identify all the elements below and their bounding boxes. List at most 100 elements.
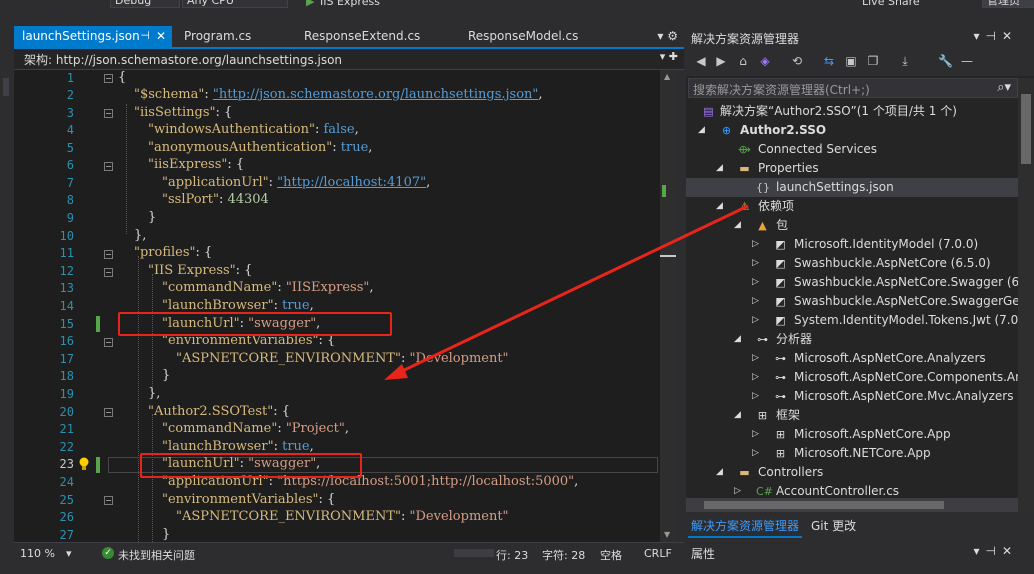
tree-item-launchsettings[interactable]: {} launchSettings.json <box>686 178 1018 197</box>
tree-item-framework[interactable]: ▷ ⊞ Microsoft.AspNetCore.App <box>686 425 1018 444</box>
wrench-icon[interactable]: 🔧 <box>938 54 953 68</box>
tree-item-package[interactable]: ▷ ◩ System.IdentityModel.Tokens.Jwt (7.0… <box>686 311 1018 330</box>
collapsed-arrow-icon[interactable]: ▷ <box>752 444 759 463</box>
filter-icon[interactable]: ⤓ <box>898 54 912 68</box>
tree-item-connected-services[interactable]: ⟴ Connected Services <box>686 140 1018 159</box>
show-all-files-icon[interactable]: ❐ <box>866 54 880 68</box>
collapsed-arrow-icon[interactable]: ▷ <box>752 311 759 330</box>
collapsed-arrow-icon[interactable]: ▷ <box>752 273 759 292</box>
collapse-icon[interactable]: ▣ <box>844 54 858 68</box>
code-editor[interactable]: − − − − − − − − 1 2 3 4 5 6 7 8 9 10 11 12 13 14 15 16 1… <box>14 70 660 542</box>
search-input[interactable]: 搜索解决方案资源管理器(Ctrl+;) ⌕▾ <box>688 78 1018 98</box>
tree-item-analyzer[interactable]: ▷ ⊶ Microsoft.AspNetCore.Components.Anal… <box>686 368 1018 387</box>
tab-overflow-icon[interactable]: ▾ ⚙ <box>657 26 678 46</box>
chevron-down-icon[interactable]: ▾ <box>66 547 72 560</box>
editor-horizontal-scrollbar[interactable] <box>454 549 494 557</box>
home-icon[interactable]: ⌂ <box>736 54 750 68</box>
analyzer-icon: ⊶ <box>757 333 768 346</box>
fold-toggle[interactable]: − <box>104 74 113 83</box>
live-share-button[interactable]: Live Share <box>862 0 920 8</box>
pin-icon[interactable]: ⊣ <box>140 26 150 46</box>
collapsed-arrow-icon[interactable]: ▷ <box>734 482 741 498</box>
tree-item-solution[interactable]: ▤ 解决方案“Author2.SSO”(1 个项目/共 1 个) <box>686 102 1018 121</box>
scroll-up-icon[interactable]: ▲ <box>664 72 670 81</box>
configuration-dropdown[interactable]: Debug <box>110 0 180 8</box>
collapsed-arrow-icon[interactable]: ▷ <box>752 254 759 273</box>
fold-toggle[interactable]: − <box>104 338 113 347</box>
tab-responseextend[interactable]: ResponseExtend.cs <box>296 26 446 47</box>
search-icon[interactable]: ⌕▾ <box>997 80 1011 95</box>
expand-arrow-icon[interactable]: ◢ <box>698 121 705 140</box>
chevron-down-icon[interactable]: ▾ ✚ <box>660 50 678 63</box>
lightbulb-icon[interactable] <box>78 457 90 471</box>
tab-label: ResponseModel.cs <box>468 29 579 43</box>
tree-item-analyzer[interactable]: ▷ ⊶ Microsoft.AspNetCore.Analyzers <box>686 349 1018 368</box>
code-line-2: "$schema": "http://json.schemastore.org/… <box>134 87 543 102</box>
expand-arrow-icon[interactable]: ◢ <box>734 216 741 235</box>
expand-arrow-icon[interactable]: ◢ <box>716 159 723 178</box>
schema-bar[interactable]: 架构: http://json.schemastore.org/launchse… <box>14 49 684 70</box>
panel-window-buttons[interactable]: ▾⊣✕ <box>973 29 1018 43</box>
tab-program[interactable]: Program.cs <box>176 26 286 47</box>
run-icon[interactable]: ▶ <box>306 0 314 8</box>
tab-git-changes[interactable]: Git 更改 <box>808 515 859 536</box>
tab-responsemodel[interactable]: ResponseModel.cs <box>460 26 610 47</box>
scroll-thumb[interactable] <box>704 501 944 509</box>
zoom-level[interactable]: 110 % <box>20 547 55 560</box>
fold-toggle[interactable]: − <box>104 250 113 259</box>
issues-status[interactable]: 未找到相关问题 <box>118 547 195 563</box>
fold-toggle[interactable]: − <box>104 268 113 277</box>
collapsed-arrow-icon[interactable]: ▷ <box>752 368 759 387</box>
scroll-thumb[interactable] <box>1021 94 1031 164</box>
panel-title: 解决方案资源管理器 <box>691 32 800 46</box>
history-icon[interactable]: ⟲ <box>790 54 804 68</box>
tab-solution-explorer[interactable]: 解决方案资源管理器 <box>688 515 803 538</box>
tree-item-package[interactable]: ▷ ◩ Swashbuckle.AspNetCore.Swagger (6.5.… <box>686 273 1018 292</box>
toolbox-tab[interactable] <box>3 78 9 96</box>
solution-explorer-header: 解决方案资源管理器 ▾⊣✕ <box>686 26 1034 48</box>
tree-item-file[interactable]: ▷ C# AccountController.cs <box>686 482 1018 498</box>
eol-indicator[interactable]: CRLF <box>644 547 672 560</box>
run-target-button[interactable]: IIS Express <box>320 0 380 8</box>
expand-arrow-icon[interactable]: ◢ <box>734 330 741 349</box>
pin-icon[interactable]: — <box>960 54 974 68</box>
collapsed-arrow-icon[interactable]: ▷ <box>752 349 759 368</box>
scroll-down-icon[interactable]: ▼ <box>664 530 670 539</box>
tree-item-framework[interactable]: ▷ ⊞ Microsoft.NETCore.App <box>686 444 1018 463</box>
expand-arrow-icon[interactable]: ◢ <box>734 406 741 425</box>
collapsed-arrow-icon[interactable]: ▷ <box>752 425 759 444</box>
editor-vertical-scrollbar[interactable]: ▲ ▼ <box>660 70 676 542</box>
code-line-17: "ASPNETCORE_ENVIRONMENT": "Development" <box>176 351 509 366</box>
whitespace-indicator[interactable]: 空格 <box>600 547 622 563</box>
tree-item-analyzer[interactable]: ▷ ⊶ Microsoft.AspNetCore.Mvc.Analyzers <box>686 387 1018 406</box>
fold-toggle[interactable]: − <box>104 408 113 417</box>
tab-launchsettings[interactable]: launchSettings.json ⊣ ✕ <box>14 26 172 47</box>
fold-toggle[interactable]: − <box>104 496 113 505</box>
tree-horizontal-scrollbar[interactable] <box>686 498 1018 512</box>
sync-icon[interactable]: ⇆ <box>822 54 836 68</box>
tree-item-controllers[interactable]: ◢ ▬ Controllers <box>686 463 1018 482</box>
tree-item-properties[interactable]: ◢ ▬ Properties <box>686 159 1018 178</box>
collapsed-arrow-icon[interactable]: ▷ <box>752 292 759 311</box>
tree-item-frameworks[interactable]: ◢ ⊞ 框架 <box>686 406 1018 425</box>
collapsed-arrow-icon[interactable]: ▷ <box>752 387 759 406</box>
forward-icon[interactable]: ▶ <box>714 54 728 68</box>
back-icon[interactable]: ◀ <box>694 54 708 68</box>
tree-item-analyzers[interactable]: ◢ ⊶ 分析器 <box>686 330 1018 349</box>
platform-dropdown[interactable]: Any CPU <box>182 0 288 8</box>
tree-item-project[interactable]: ◢ ⊕ Author2.SSO <box>686 121 1018 140</box>
fold-toggle[interactable]: − <box>104 109 113 118</box>
tree-item-package[interactable]: ▷ ◩ Microsoft.IdentityModel (7.0.0) <box>686 235 1018 254</box>
fold-toggle[interactable]: − <box>104 162 113 171</box>
tree-item-package[interactable]: ▷ ◩ Swashbuckle.AspNetCore.SwaggerGen (6… <box>686 292 1018 311</box>
vs-switch-view-icon[interactable]: ◈ <box>758 54 772 68</box>
collapsed-arrow-icon[interactable]: ▷ <box>752 235 759 254</box>
tree-item-dependencies[interactable]: ◢ ⚠ 依赖项 <box>686 197 1018 216</box>
expand-arrow-icon[interactable]: ◢ <box>716 463 723 482</box>
tree-vertical-scrollbar[interactable] <box>1018 78 1034 514</box>
tree-item-package[interactable]: ▷ ◩ Swashbuckle.AspNetCore (6.5.0) <box>686 254 1018 273</box>
close-icon[interactable]: ✕ <box>156 26 166 46</box>
expand-arrow-icon[interactable]: ◢ <box>716 197 723 216</box>
panel-window-buttons[interactable]: ▾⊣✕ <box>973 544 1018 558</box>
tree-item-packages[interactable]: ◢ ▲ 包 <box>686 216 1018 235</box>
